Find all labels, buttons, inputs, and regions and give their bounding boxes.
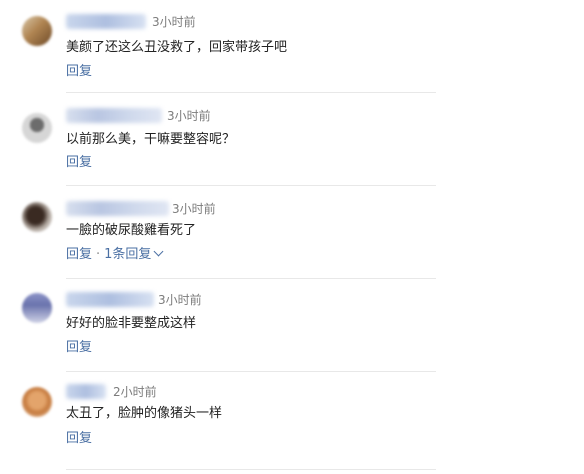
comment-actions: 回复 xyxy=(66,63,92,81)
comment-item: 2小时前 太丑了，脸肿的像猪头一样 回复 xyxy=(0,372,584,472)
username-blurred[interactable] xyxy=(66,108,162,123)
comment-text: 以前那么美，干嘛要整容呢？ xyxy=(66,132,236,147)
avatar[interactable] xyxy=(22,16,52,46)
comment-actions: 回复 xyxy=(66,430,92,448)
comment-text: 一臉的破尿酸雞看死了 xyxy=(66,223,197,238)
comment-actions: 回复 xyxy=(66,339,92,357)
comment-text: 好好的脸非要整成这样 xyxy=(66,316,197,331)
comment-item: 3小时前 好好的脸非要整成这样 回复 xyxy=(0,279,584,372)
divider xyxy=(66,469,436,470)
reply-button[interactable]: 回复 xyxy=(66,431,92,446)
avatar[interactable] xyxy=(22,202,52,232)
comment-actions: 回复 xyxy=(66,154,92,172)
username-blurred[interactable] xyxy=(66,201,169,216)
comment-actions: 回复 · 1条回复 xyxy=(66,246,164,264)
username-blurred[interactable] xyxy=(66,384,106,399)
comment-time: 3小时前 xyxy=(152,15,196,29)
comment-item: 3小时前 以前那么美，干嘛要整容呢？ 回复 xyxy=(0,93,584,186)
reply-button[interactable]: 回复 xyxy=(66,340,92,355)
comment-time: 2小时前 xyxy=(113,385,157,399)
separator-dot: · xyxy=(96,247,101,262)
comment-time: 3小时前 xyxy=(167,109,211,123)
chevron-down-icon[interactable] xyxy=(153,246,164,257)
comment-text: 美颜了还这么丑没救了，回家带孩子吧 xyxy=(66,40,288,55)
avatar[interactable] xyxy=(22,293,52,323)
avatar[interactable] xyxy=(22,387,52,417)
reply-button[interactable]: 回复 xyxy=(66,247,92,262)
reply-button[interactable]: 回复 xyxy=(66,64,92,79)
username-blurred[interactable] xyxy=(66,14,146,29)
comment-time: 3小时前 xyxy=(172,202,216,216)
avatar[interactable] xyxy=(22,113,52,143)
comment-time: 3小时前 xyxy=(158,293,202,307)
comment-item: 3小时前 美颜了还这么丑没救了，回家带孩子吧 回复 xyxy=(0,0,584,93)
reply-button[interactable]: 回复 xyxy=(66,155,92,170)
username-blurred[interactable] xyxy=(66,292,154,307)
replies-count-link[interactable]: 1条回复 xyxy=(104,247,151,262)
comment-text: 太丑了，脸肿的像猪头一样 xyxy=(66,406,223,421)
comment-item: 3小时前 一臉的破尿酸雞看死了 回复 · 1条回复 xyxy=(0,186,584,279)
